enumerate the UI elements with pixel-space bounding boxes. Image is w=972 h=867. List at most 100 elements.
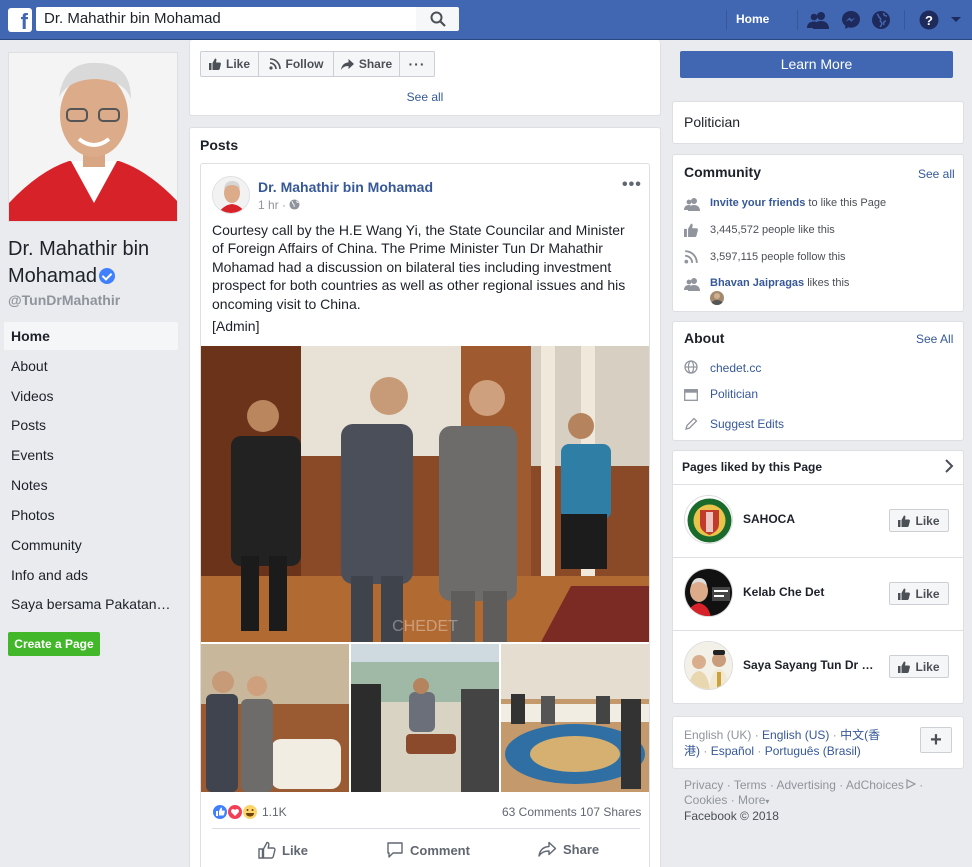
privacy-link[interactable]: Privacy: [684, 778, 723, 792]
post-main-photo[interactable]: CHEDET: [201, 346, 649, 642]
advertising-link[interactable]: Advertising: [777, 778, 836, 792]
community-title: Community: [684, 164, 761, 180]
post-share-label: Share: [563, 842, 600, 857]
cookies-link[interactable]: Cookies: [684, 793, 727, 807]
post-photo-thumb-3[interactable]: [501, 644, 649, 792]
nav-item-about[interactable]: About: [4, 352, 178, 380]
facebook-logo-icon[interactable]: f: [8, 8, 32, 32]
post-like-label: Like: [282, 842, 309, 858]
terms-link[interactable]: Terms: [734, 778, 767, 792]
likes-thumb-icon: [684, 223, 698, 242]
search-button[interactable]: [416, 7, 459, 31]
svg-text:?: ?: [925, 13, 933, 28]
website-link[interactable]: chedet.cc: [710, 361, 761, 375]
post-options-button[interactable]: •••: [622, 176, 642, 194]
page-name-text: Dr. Mahathir bin Mohamad: [8, 238, 150, 287]
friend-name-link[interactable]: Bhavan Jaipragas: [710, 277, 804, 289]
thumbs-up-icon: [208, 58, 221, 70]
separator-dot: ·: [757, 743, 762, 758]
more-options-button[interactable]: ···: [399, 51, 435, 77]
profile-picture[interactable]: [8, 52, 178, 222]
follows-rss-icon: [684, 250, 698, 269]
liked-page-name-2[interactable]: Kelab Che Det: [743, 585, 824, 599]
like-kelab-che-det-button[interactable]: Like: [889, 582, 949, 605]
post-share-button[interactable]: Share: [538, 841, 599, 858]
thumbs-up-outline-icon: [258, 841, 276, 859]
help-icon[interactable]: ?: [918, 9, 940, 31]
language-portugues[interactable]: Português (Brasil): [765, 744, 861, 758]
language-list: English (UK) · English (US) · 中文(香港) · E…: [684, 728, 892, 759]
language-espanol[interactable]: Español: [711, 744, 754, 758]
category-flag-icon: [684, 388, 698, 406]
thumbs-up-icon: [898, 515, 911, 527]
like-page-button[interactable]: Like: [200, 51, 259, 77]
comment-count[interactable]: 63 Comments: [502, 805, 577, 819]
adchoices-link[interactable]: AdChoices: [846, 778, 904, 792]
reaction-count[interactable]: 1.1K: [262, 805, 287, 819]
nav-item-photos[interactable]: Photos: [4, 501, 178, 529]
chevron-right-icon[interactable]: [944, 459, 954, 478]
separator-dot: ·: [839, 778, 844, 792]
post-comment-label: Comment: [410, 842, 470, 858]
kelab-che-det-avatar[interactable]: [684, 568, 733, 617]
messenger-icon[interactable]: [840, 9, 862, 31]
about-title: About: [684, 330, 725, 346]
add-language-button[interactable]: +: [920, 727, 952, 753]
account-menu-icon[interactable]: [948, 9, 964, 31]
nav-item-posts[interactable]: Posts: [4, 411, 178, 439]
nav-item-notes[interactable]: Notes: [4, 471, 178, 499]
separator-dot: ·: [769, 778, 774, 792]
separator-dot: ·: [832, 728, 837, 742]
liked-page-name-1[interactable]: SAHOCA: [743, 512, 795, 526]
invite-friends-row: Invite your friends to like this Page: [710, 197, 886, 209]
page-category[interactable]: Politician: [684, 114, 740, 130]
post-photo-thumb-2[interactable]: [351, 644, 499, 792]
post-comment-button[interactable]: Comment: [386, 841, 470, 859]
page-likes-count[interactable]: 3,445,572 people like this: [710, 224, 835, 236]
nav-item-saya-bersama-pakatan[interactable]: Saya bersama Pakatan Harapan: [4, 590, 174, 618]
like-sahoca-button[interactable]: Like: [889, 509, 949, 532]
invite-friends-link[interactable]: Invite your friends: [710, 197, 805, 209]
share-page-button[interactable]: Share: [333, 51, 400, 77]
comment-bubble-icon: [387, 842, 403, 858]
share-count[interactable]: 107 Shares: [580, 805, 641, 819]
verified-badge-icon: [98, 268, 115, 284]
like-saya-sayang-button[interactable]: Like: [889, 655, 949, 678]
notifications-globe-icon[interactable]: [870, 9, 892, 31]
saya-sayang-avatar[interactable]: [684, 641, 733, 690]
suggest-edit-pencil-icon: [684, 417, 698, 436]
learn-more-button[interactable]: Learn More: [680, 51, 953, 78]
friend-avatar[interactable]: [710, 291, 724, 305]
separator-dot: ·: [730, 793, 735, 807]
sahoca-avatar[interactable]: [684, 495, 733, 544]
community-see-all-link[interactable]: See all: [918, 167, 955, 181]
post-author-name[interactable]: Dr. Mahathir bin Mohamad: [258, 179, 433, 195]
post-timestamp[interactable]: 1 hr ·: [258, 198, 300, 212]
like-label: Like: [915, 659, 940, 674]
follow-button[interactable]: Follow: [258, 51, 334, 77]
post-author-avatar[interactable]: [212, 176, 250, 214]
language-english-us[interactable]: English (US): [762, 728, 829, 742]
reaction-icons[interactable]: [212, 804, 258, 820]
like-label: Like: [225, 57, 250, 71]
nav-item-events[interactable]: Events: [4, 441, 178, 469]
about-see-all-link[interactable]: See All: [916, 332, 953, 346]
friend-requests-icon[interactable]: [807, 9, 829, 31]
post-photo-thumb-1[interactable]: [201, 644, 349, 792]
nav-item-community[interactable]: Community: [4, 531, 178, 559]
liked-page-name-3[interactable]: Saya Sayang Tun Dr Mahathir: [743, 658, 879, 672]
see-all-link[interactable]: See all: [189, 90, 661, 104]
nav-item-videos[interactable]: Videos: [4, 382, 178, 410]
about-category-link[interactable]: Politician: [710, 387, 758, 401]
search-input[interactable]: Dr. Mahathir bin Mohamad: [36, 7, 416, 31]
suggest-edits-link[interactable]: Suggest Edits: [710, 417, 784, 431]
page-follows-count[interactable]: 3,597,115 people follow this: [710, 251, 846, 263]
pages-liked-title: Pages liked by this Page: [682, 460, 823, 474]
home-link[interactable]: Home: [736, 12, 769, 26]
post-like-button[interactable]: Like: [258, 841, 308, 859]
nav-item-home[interactable]: Home: [4, 322, 178, 350]
more-link[interactable]: More: [738, 793, 765, 807]
page-handle[interactable]: @TunDrMahathir: [8, 292, 120, 308]
nav-item-info-and-ads[interactable]: Info and ads: [4, 561, 178, 589]
create-page-button[interactable]: Create a Page: [8, 632, 100, 656]
